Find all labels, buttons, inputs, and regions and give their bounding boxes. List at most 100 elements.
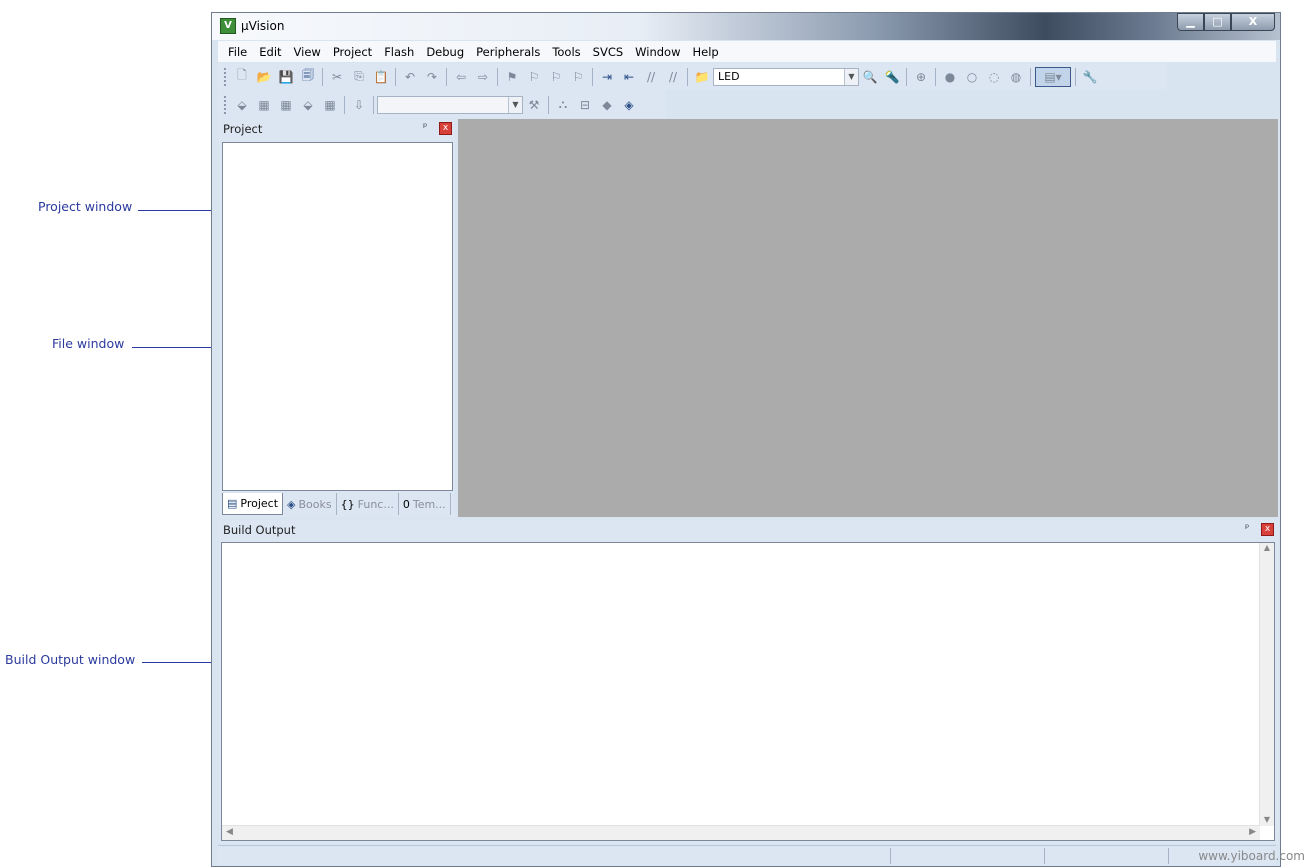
uvision-window: V µVision ▁ □ X File Edit View Project F… [211,12,1281,867]
minimize-button[interactable]: ▁ [1177,13,1204,31]
books-tab-icon: ◈ [287,497,296,511]
kill-breakpoints-icon[interactable]: ◍ [1006,67,1026,87]
pack-installer-icon[interactable]: ◈ [619,95,639,115]
paste-icon[interactable]: 📋 [371,67,391,87]
menu-view[interactable]: View [288,45,327,59]
menu-tools[interactable]: Tools [546,45,586,59]
menu-flash[interactable]: Flash [378,45,420,59]
close-button[interactable]: X [1231,13,1275,31]
pin-icon[interactable]: ᵖ [423,122,427,133]
menu-help[interactable]: Help [687,45,725,59]
toolbar-separator [373,95,374,114]
target-select[interactable]: LED ▼ [713,67,859,86]
next-bookmark-icon[interactable]: ⚐ [546,67,566,87]
rebuild-icon[interactable]: ▦ [276,95,296,115]
navigate-forward-icon[interactable]: ⇨ [473,67,493,87]
manage-project-items-icon[interactable]: ⊟ [575,95,595,115]
indent-icon[interactable]: ⇥ [597,67,617,87]
status-separator [890,848,891,864]
open-file-icon[interactable]: 📂 [254,67,274,87]
tab-books[interactable]: ◈ Books [283,493,337,515]
disable-breakpoints-icon[interactable]: ◌ [984,67,1004,87]
chevron-down-icon[interactable]: ▼ [508,96,522,113]
maximize-button[interactable]: □ [1204,13,1231,31]
find-icon[interactable]: 🔍 [860,67,880,87]
tab-functions[interactable]: {} Func... [337,493,399,515]
menu-peripherals[interactable]: Peripherals [470,45,546,59]
translate-icon[interactable]: ⬙ [232,95,252,115]
project-tree[interactable] [222,142,453,491]
build-icon[interactable]: ▦ [254,95,274,115]
navigate-back-icon[interactable]: ⇦ [451,67,471,87]
build-output-text[interactable]: ▲ ▼ ◀ ▶ [221,542,1275,841]
toolbar-grip[interactable] [224,95,227,114]
enable-breakpoint-icon[interactable]: ○ [962,67,982,87]
undo-icon[interactable]: ↶ [400,67,420,87]
copy-icon[interactable]: ⎘ [349,67,369,87]
insert-breakpoint-icon[interactable]: ● [940,67,960,87]
menu-debug[interactable]: Debug [420,45,470,59]
incremental-find-icon[interactable]: 🔦 [882,67,902,87]
insert-bookmark-icon[interactable]: ⚑ [502,67,522,87]
tab-label: Tem... [412,497,446,511]
save-all-icon[interactable]: 🗐 [298,67,318,87]
window-layout-icon[interactable]: ▤▾ [1035,66,1071,87]
menu-project[interactable]: Project [327,45,378,59]
scroll-up-icon[interactable]: ▲ [1260,543,1274,552]
project-pane-title: Project [223,122,263,136]
file-window[interactable] [458,119,1278,517]
save-icon[interactable]: 💾 [276,67,296,87]
uvision-icon: V [220,18,236,34]
close-icon[interactable]: x [439,122,452,135]
project-tabs: ▤ Project ◈ Books {} Func... 0 Tem... [222,493,451,515]
menu-window[interactable]: Window [629,45,686,59]
annotation-file-window: File window [52,336,125,351]
target-options-select[interactable]: ▼ [377,95,523,114]
debug-session-icon[interactable]: ⊕ [911,67,931,87]
previous-bookmark-icon[interactable]: ⚐ [524,67,544,87]
target-select-value: LED [718,70,740,83]
find-in-files-icon[interactable]: 📁 [692,67,712,87]
window-controls: ▁ □ X [1177,13,1275,31]
toolbar-separator [395,67,396,86]
cut-icon[interactable]: ✂ [327,67,347,87]
toolbar-separator [322,67,323,86]
annotation-build-output-window: Build Output window [5,652,136,667]
title-bar[interactable]: V µVision ▁ □ X [212,13,1280,40]
project-window: Project ᵖ x ▤ Project ◈ Books {} Func... [219,119,455,517]
chevron-down-icon[interactable]: ▼ [844,68,858,85]
tab-label: Project [240,497,279,510]
comment-icon[interactable]: // [641,67,661,87]
build-output-title: Build Output [223,523,296,537]
menu-file[interactable]: File [222,45,253,59]
clear-bookmarks-icon[interactable]: ⚐ [568,67,588,87]
tab-templates[interactable]: 0 Tem... [399,493,451,515]
unindent-icon[interactable]: ⇤ [619,67,639,87]
batch-build-icon[interactable]: ⬙ [298,95,318,115]
menu-edit[interactable]: Edit [253,45,287,59]
file-toolbar: 🗋 📂 💾 🗐 ✂ ⎘ 📋 ↶ ↷ ⇦ ⇨ ⚑ ⚐ ⚐ ⚐ ⇥ ⇤ // // [218,63,1166,90]
pin-icon[interactable]: ᵖ [1245,523,1249,534]
project-tab-icon: ▤ [227,497,238,510]
stop-build-icon[interactable]: ▦ [320,95,340,115]
tab-project[interactable]: ▤ Project [222,493,284,515]
tab-label: Books [298,497,332,511]
select-packs-icon[interactable]: ◆ [597,95,617,115]
configure-icon[interactable]: 🔧 [1080,67,1100,87]
scroll-left-icon[interactable]: ◀ [226,827,233,837]
new-file-icon[interactable]: 🗋 [232,67,252,87]
close-icon[interactable]: x [1261,523,1274,536]
menu-svcs[interactable]: SVCS [587,45,630,59]
toolbar-separator [1075,67,1076,86]
scroll-right-icon[interactable]: ▶ [1249,827,1256,837]
vertical-scrollbar[interactable]: ▲ ▼ [1259,543,1274,826]
uncomment-icon[interactable]: // [663,67,683,87]
redo-icon[interactable]: ↷ [422,67,442,87]
horizontal-scrollbar[interactable]: ◀ ▶ [222,825,1260,840]
functions-tab-icon: {} [340,497,355,511]
download-icon[interactable]: ⇩ [349,95,369,115]
target-options-icon[interactable]: ⚒ [524,95,544,115]
toolbar-grip[interactable] [224,67,227,86]
manage-components-icon[interactable]: ⛬ [553,95,573,115]
scroll-down-icon[interactable]: ▼ [1260,815,1274,824]
